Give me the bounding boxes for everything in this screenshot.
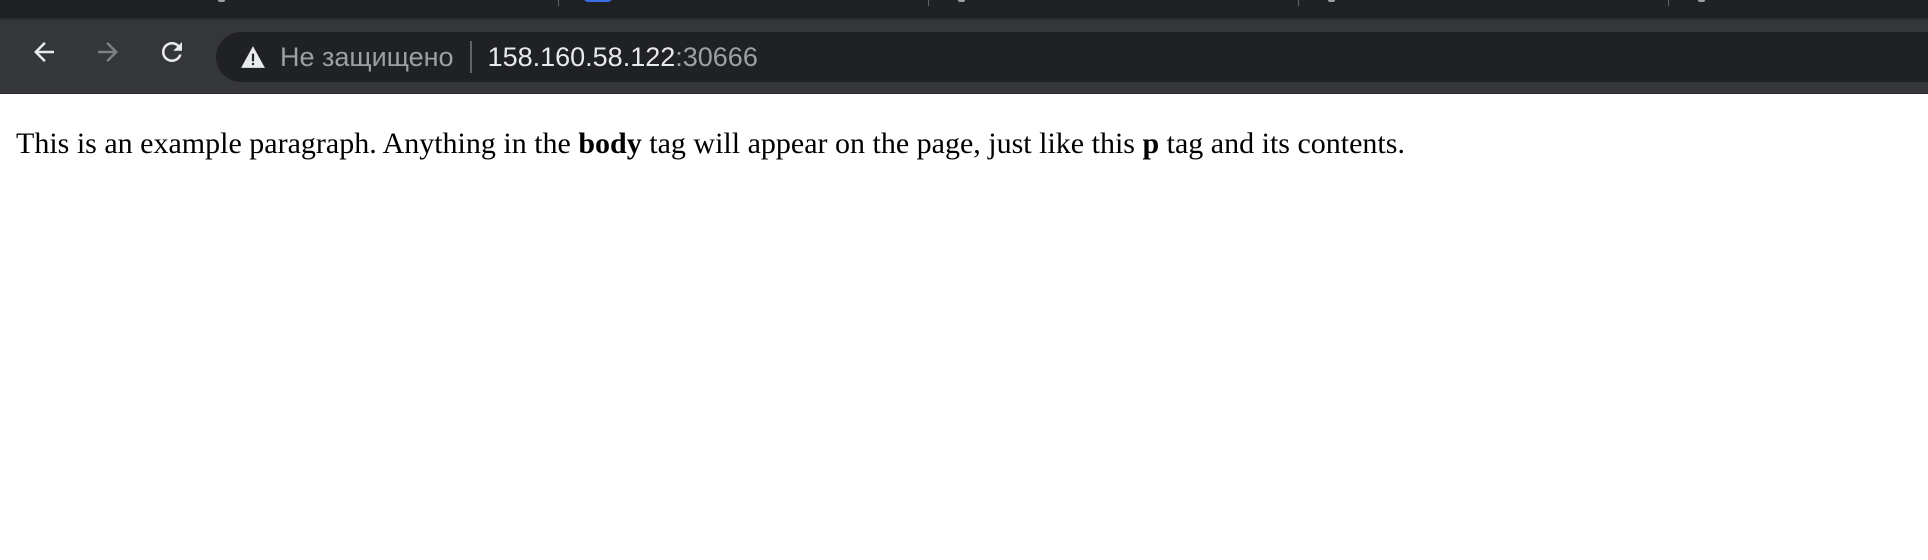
reload-button[interactable] — [154, 34, 190, 70]
security-label: Не защищено — [280, 41, 454, 72]
tab-separator — [558, 0, 559, 6]
forward-button[interactable] — [90, 34, 126, 70]
warning-triangle-icon — [240, 45, 266, 69]
tab-title-glyph — [1698, 0, 1705, 2]
paragraph-bold-body: body — [578, 127, 642, 160]
back-button[interactable] — [26, 34, 62, 70]
paragraph-text: This is an example paragraph. Anything i… — [16, 127, 579, 160]
security-indicator[interactable]: Не защищено — [216, 32, 454, 82]
reload-icon — [162, 42, 182, 62]
arrow-left-icon — [34, 42, 54, 62]
url-text[interactable]: 158.160.58.122:30666 — [488, 42, 758, 73]
paragraph-text: tag and its contents. — [1159, 127, 1405, 160]
tab-separator — [1668, 0, 1669, 6]
address-bar[interactable]: Не защищено 158.160.58.122:30666 — [216, 32, 1928, 82]
tab-favicon-icon[interactable] — [584, 0, 612, 2]
page-viewport: This is an example paragraph. Anything i… — [0, 94, 1928, 560]
url-host: 158.160.58.122 — [487, 41, 676, 72]
tab-title-glyph — [1328, 0, 1335, 2]
paragraph-text: tag will appear on the page, just like t… — [641, 127, 1143, 160]
example-paragraph: This is an example paragraph. Anything i… — [16, 126, 1405, 162]
tab-separator — [1298, 0, 1299, 6]
tab-title-glyph — [218, 0, 225, 2]
tab-separator — [928, 0, 929, 6]
paragraph-bold-p: p — [1142, 127, 1160, 160]
browser-toolbar: Не защищено 158.160.58.122:30666 — [0, 20, 1928, 94]
url-port: :30666 — [675, 41, 758, 72]
tab-strip — [0, 0, 1928, 20]
url-divider — [469, 41, 472, 73]
arrow-right-icon — [98, 42, 118, 62]
tab-title-glyph — [958, 0, 965, 2]
